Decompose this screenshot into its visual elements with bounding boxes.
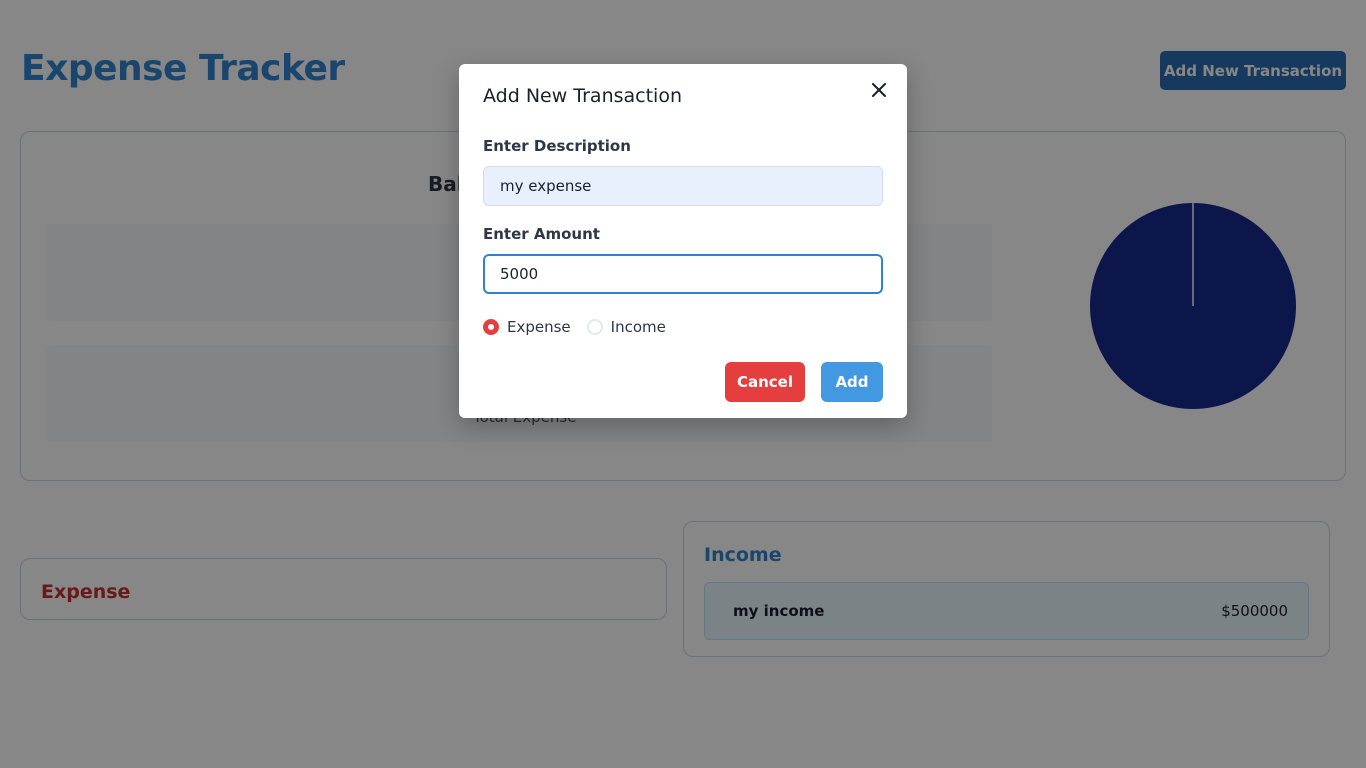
- add-transaction-modal: Add New Transaction Enter Description En…: [459, 64, 907, 418]
- expense-radio[interactable]: [483, 319, 499, 335]
- amount-input[interactable]: [483, 254, 883, 294]
- income-radio-label[interactable]: Income: [611, 318, 666, 336]
- cancel-button[interactable]: Cancel: [725, 362, 805, 402]
- income-radio[interactable]: [586, 319, 603, 335]
- close-button[interactable]: [865, 76, 893, 104]
- modal-title: Add New Transaction: [483, 85, 682, 107]
- page: Expense Tracker Add New Transaction Bala…: [0, 0, 1366, 768]
- add-button[interactable]: Add: [821, 362, 883, 402]
- description-input[interactable]: [483, 166, 883, 206]
- amount-label: Enter Amount: [483, 225, 600, 243]
- close-icon: [872, 83, 886, 97]
- expense-radio-label[interactable]: Expense: [507, 318, 571, 336]
- description-label: Enter Description: [483, 137, 631, 155]
- transaction-type-group: Expense Income: [483, 317, 666, 337]
